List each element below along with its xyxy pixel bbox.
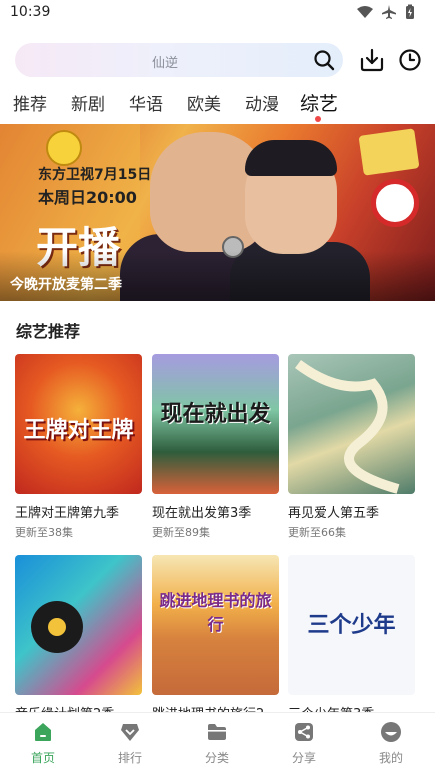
nav-category[interactable]: 分类 bbox=[187, 721, 247, 766]
tab-anime[interactable]: 动漫 bbox=[245, 90, 279, 115]
show-poster[interactable]: 王牌对王牌 bbox=[15, 354, 142, 494]
nav-label: 分类 bbox=[204, 751, 229, 765]
nav-profile[interactable]: 我的 bbox=[361, 721, 421, 766]
show-poster[interactable] bbox=[288, 354, 415, 494]
show-title: 再见爱人第五季 bbox=[288, 506, 380, 521]
featured-banner[interactable]: 东方卫视7月15日 本周日20:00 开播 今晚开放麦第二季 bbox=[0, 124, 435, 301]
poster-title: 王牌对王牌 bbox=[23, 418, 134, 443]
banner-time: 本周日20:00 bbox=[38, 188, 137, 207]
show-poster[interactable]: 现在就出发 bbox=[152, 354, 279, 494]
show-card[interactable]: 王牌对王牌 王牌对王牌第九季 更新至38集 bbox=[15, 354, 142, 544]
show-title: 王牌对王牌第九季 bbox=[15, 506, 120, 521]
banner-sticker bbox=[358, 128, 420, 176]
poster-title: 跳进地理书的旅行 bbox=[159, 591, 272, 634]
show-card[interactable]: 再见爱人第五季 更新至66集 bbox=[288, 354, 415, 544]
banner-host-right-hair bbox=[245, 140, 337, 176]
nav-share[interactable]: 分享 bbox=[274, 721, 334, 766]
status-time: 10:39 bbox=[10, 4, 51, 20]
nav-label: 我的 bbox=[378, 751, 403, 765]
active-tab-indicator bbox=[315, 116, 321, 122]
status-icons bbox=[357, 4, 415, 20]
tab-recommend[interactable]: 推荐 bbox=[13, 90, 47, 115]
home-icon bbox=[35, 723, 51, 741]
history-icon[interactable] bbox=[397, 47, 423, 73]
search-icon[interactable] bbox=[313, 49, 335, 71]
no-sign-graphic bbox=[371, 179, 419, 227]
category-tabs: 推荐 新剧 华语 欧美 动漫 综艺 bbox=[0, 89, 435, 122]
show-card[interactable]: 现在就出发 现在就出发第3季 更新至89集 bbox=[152, 354, 279, 544]
search-row: 仙逆 bbox=[15, 43, 425, 77]
poster-title: 三个少年 bbox=[307, 613, 396, 638]
nav-label: 分享 bbox=[291, 751, 316, 765]
download-icon[interactable] bbox=[359, 47, 385, 73]
banner-caption: 今晚开放麦第二季 bbox=[10, 277, 122, 293]
airplane-icon bbox=[382, 5, 396, 19]
show-card[interactable]: 三个少年 三个少年第3季 bbox=[288, 555, 415, 722]
ranking-icon bbox=[121, 724, 139, 741]
profile-icon bbox=[381, 722, 401, 742]
nav-label: 首页 bbox=[30, 751, 55, 765]
tab-western[interactable]: 欧美 bbox=[187, 90, 221, 115]
battery-icon bbox=[406, 4, 414, 19]
wifi-icon bbox=[357, 6, 373, 18]
show-episode-count: 更新至38集 bbox=[15, 526, 73, 539]
show-poster[interactable] bbox=[15, 555, 142, 695]
share-icon bbox=[295, 723, 313, 741]
section-title: 综艺推荐 bbox=[16, 322, 81, 341]
search-placeholder: 仙逆 bbox=[151, 56, 178, 71]
banner-date: 东方卫视7月15日 bbox=[38, 167, 152, 183]
folder-icon bbox=[208, 724, 226, 740]
show-poster[interactable]: 跳进地理书的旅行 bbox=[152, 555, 279, 695]
nav-ranking[interactable]: 排行 bbox=[100, 721, 160, 766]
status-bar: 10:39 bbox=[0, 0, 435, 26]
tab-new-drama[interactable]: 新剧 bbox=[71, 90, 105, 115]
nav-home[interactable]: 首页 bbox=[13, 721, 73, 766]
show-episode-count: 更新至66集 bbox=[288, 526, 346, 539]
poster-vinyl-graphic bbox=[31, 601, 83, 653]
poster-road-graphic bbox=[295, 359, 400, 494]
show-poster[interactable]: 三个少年 bbox=[288, 555, 415, 695]
show-card[interactable]: 音乐缘计划第2季 bbox=[15, 555, 142, 722]
bottom-navigation: 首页 排行 分类 分享 我的 bbox=[0, 712, 435, 773]
show-card[interactable]: 跳进地理书的旅行 跳进地理书的旅行2 bbox=[152, 555, 279, 722]
search-input[interactable]: 仙逆 bbox=[15, 43, 343, 77]
banner-emoji-sticker bbox=[46, 130, 82, 166]
tab-chinese[interactable]: 华语 bbox=[129, 90, 163, 115]
tab-variety[interactable]: 综艺 bbox=[300, 89, 338, 116]
poster-title: 现在就出发 bbox=[160, 402, 271, 427]
show-title: 现在就出发第3季 bbox=[152, 506, 252, 521]
show-episode-count: 更新至89集 bbox=[152, 526, 210, 539]
nav-label: 排行 bbox=[117, 751, 142, 765]
